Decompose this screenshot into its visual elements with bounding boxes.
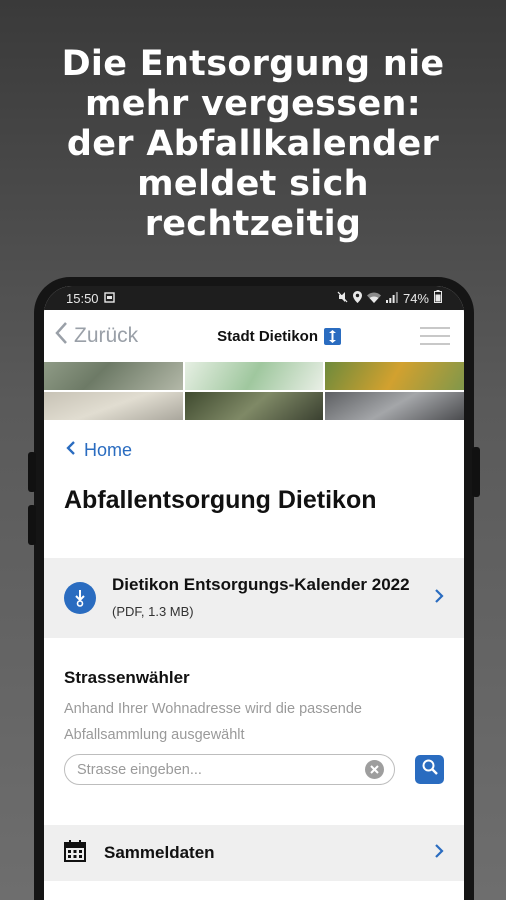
dietikon-logo-icon [324, 327, 342, 345]
street-picker-heading: Strassenwähler [64, 668, 190, 687]
promo-line-4: meldet sich [137, 164, 369, 204]
phone-frame: 15:50 74% Zurück Stadt Dietikon Home Abf… [28, 277, 480, 900]
photo-green-waste [325, 362, 464, 390]
photo-compost [184, 392, 324, 420]
breadcrumb-home-link[interactable]: Home [44, 420, 464, 466]
calendar-pdf-download[interactable]: Dietikon Entsorgungs-Kalender 2022 (PDF,… [44, 558, 464, 638]
street-search-row: Strasse eingeben... [64, 754, 444, 785]
volume-button [28, 452, 36, 492]
page-title: Abfallentsorgung Dietikon [64, 486, 377, 514]
street-picker: Strassenwähler Anhand Ihrer Wohnadresse … [44, 638, 464, 785]
search-icon [422, 759, 438, 780]
wifi-icon [366, 291, 381, 306]
volume-button-2 [28, 505, 36, 545]
back-label: Zurück [74, 324, 139, 347]
chevron-left-icon [66, 440, 76, 461]
mute-icon [337, 291, 348, 306]
street-picker-description: Anhand Ihrer Wohnadresse wird die passen… [64, 701, 362, 743]
status-bar: 15:50 74% [44, 286, 464, 310]
chevron-right-icon [434, 587, 444, 610]
download-icon [64, 582, 96, 614]
photo-cardboard [44, 392, 183, 420]
promo-line-3: der Abfallkalender [66, 124, 440, 164]
battery-level: 74% [402, 290, 429, 306]
chevron-right-icon [434, 842, 444, 865]
hamburger-icon[interactable] [420, 327, 450, 345]
phone-screen: 15:50 74% Zurück Stadt Dietikon Home Abf… [44, 286, 464, 900]
pdf-title-block: Dietikon Entsorgungs-Kalender 2022 (PDF,… [112, 572, 434, 625]
photo-waste-bags [44, 362, 183, 390]
search-button[interactable] [415, 755, 444, 784]
collection-dates-label: Sammeldaten [104, 843, 215, 862]
main-content: Home Abfallentsorgung Dietikon Dietikon … [44, 420, 464, 891]
street-search-placeholder: Strasse eingeben... [77, 761, 202, 778]
promo-line-5: rechtzeitig [144, 204, 362, 244]
next-row-peek [44, 881, 464, 891]
collection-dates-row[interactable]: Sammeldaten [44, 825, 464, 881]
promo-line-1: Die Entsorgung nie [61, 44, 445, 84]
status-time: 15:50 [66, 290, 99, 306]
calendar-icon [64, 839, 86, 867]
pdf-title: Dietikon Entsorgungs-Kalender 2022 [112, 574, 410, 594]
photo-glass [184, 362, 324, 390]
notification-icon [103, 291, 115, 306]
pdf-file-info: (PDF, 1.3 MB) [112, 603, 194, 619]
photo-tires [325, 392, 464, 420]
app-header: Zurück Stadt Dietikon [44, 310, 464, 362]
header-photo-collage [44, 362, 464, 420]
signal-icon [385, 291, 398, 306]
back-button[interactable]: Zurück [54, 321, 138, 351]
location-icon [352, 290, 362, 306]
brand: Stadt Dietikon [217, 327, 342, 345]
street-search-input[interactable]: Strasse eingeben... [64, 754, 395, 785]
power-button [472, 447, 480, 497]
chevron-left-icon [54, 321, 68, 351]
clear-icon[interactable] [365, 760, 384, 779]
promo-headline: Die Entsorgung nie mehr vergessen: der A… [0, 44, 506, 244]
promo-line-2: mehr vergessen: [85, 84, 421, 124]
battery-icon [434, 290, 442, 306]
brand-name: Stadt Dietikon [217, 327, 319, 345]
home-label: Home [84, 439, 133, 460]
